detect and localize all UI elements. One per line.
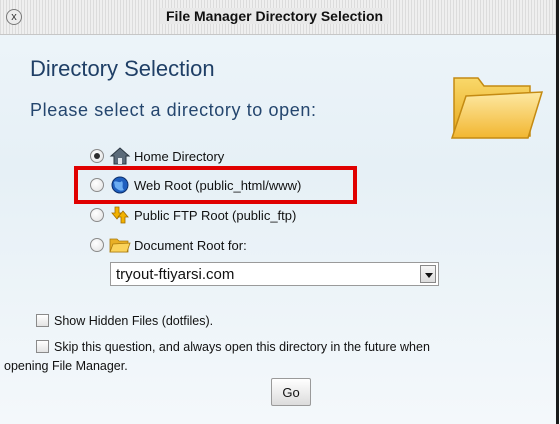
show-hidden-row: Show Hidden Files (dotfiles). [36, 314, 213, 328]
dialog-title: File Manager Directory Selection [160, 8, 390, 24]
skip-question-row: Skip this question, and always open this… [36, 340, 430, 354]
option-document-root[interactable]: Document Root for: [90, 233, 247, 257]
document-root-label: Document Root for: [134, 237, 247, 253]
skip-question-label-line1: Skip this question, and always open this… [54, 340, 430, 354]
domain-select[interactable]: tryout-ftiyarsi.com [110, 262, 439, 286]
chevron-down-icon[interactable] [420, 265, 436, 283]
select-prompt: Please select a directory to open: [30, 100, 317, 120]
public-ftp-radio[interactable] [90, 208, 104, 222]
title-bar: x File Manager Directory Selection [0, 0, 556, 35]
folder-icon [450, 77, 544, 139]
highlight-box [74, 166, 357, 204]
public-ftp-label: Public FTP Root (public_ftp) [134, 207, 297, 223]
domain-select-value: tryout-ftiyarsi.com [116, 266, 235, 283]
home-icon [109, 147, 131, 165]
skip-question-label-line2: opening File Manager. [4, 359, 128, 373]
file-manager-dialog: x File Manager Directory Selection Direc… [0, 0, 559, 424]
show-hidden-checkbox[interactable] [36, 314, 49, 327]
skip-question-checkbox[interactable] [36, 340, 49, 353]
document-root-radio[interactable] [90, 238, 104, 252]
home-directory-label: Home Directory [134, 148, 225, 164]
small-folder-icon [109, 238, 131, 253]
skip-question-line2: opening File Manager. [4, 359, 128, 373]
home-directory-radio[interactable] [90, 149, 104, 163]
section-heading: Directory Selection [30, 56, 215, 81]
close-button[interactable]: x [6, 9, 22, 25]
option-public-ftp[interactable]: Public FTP Root (public_ftp) [90, 203, 296, 227]
go-button[interactable]: Go [271, 378, 311, 406]
ftp-icon [111, 206, 129, 224]
show-hidden-label: Show Hidden Files (dotfiles). [54, 314, 214, 328]
option-home-directory[interactable]: Home Directory [90, 144, 224, 168]
